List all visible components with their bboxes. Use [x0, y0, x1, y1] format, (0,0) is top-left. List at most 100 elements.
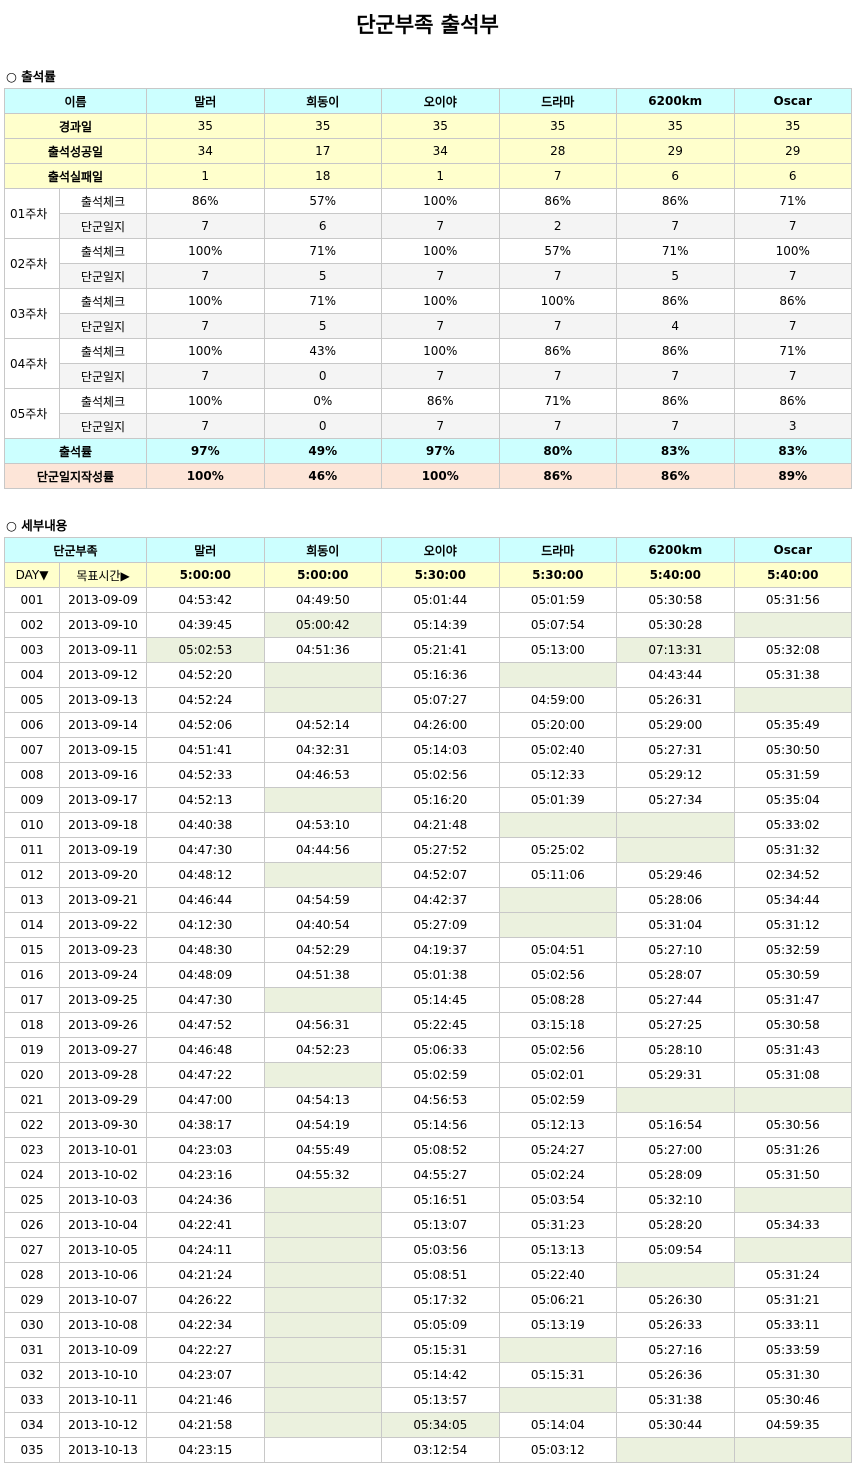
wake-time-cell: 05:27:00: [616, 1137, 735, 1163]
check-value-cell: 71%: [263, 288, 382, 314]
summary-header-row: 이름 말러 희동이 오이야 드라마 6200km Oscar: [4, 88, 852, 114]
log-rate-value-cell: 100%: [381, 463, 500, 489]
wake-time-cell: 05:02:24: [498, 1162, 618, 1188]
date-cell: 2013-09-24: [58, 962, 148, 988]
wake-time-cell: 05:22:40: [498, 1262, 618, 1288]
check-label-cell: 출석체크: [59, 288, 147, 314]
day-row: 026 2013-10-04 04:22:41 05:13:07 05:31:23 05:…: [4, 1212, 853, 1238]
section-title-details: ○ 세부내용: [6, 518, 68, 533]
check-label-cell: 출석체크: [59, 238, 147, 264]
wake-time-cell: 04:52:13: [146, 787, 265, 813]
log-value-cell: 5: [263, 313, 382, 339]
day-number-cell: 003: [4, 637, 60, 663]
wake-time-cell: 05:02:40: [498, 737, 618, 763]
day-number-cell: 012: [4, 862, 60, 888]
date-cell: 2013-09-11: [58, 637, 148, 663]
wake-time-cell: [498, 662, 618, 688]
wake-time-cell: 05:27:10: [616, 937, 735, 963]
wake-time-cell: 04:52:24: [146, 687, 265, 713]
member-name-cell: 드라마: [498, 537, 618, 563]
stat-value-cell: 6: [733, 163, 852, 189]
wake-time-cell: [498, 812, 618, 838]
wake-time-cell: 05:16:20: [381, 787, 500, 813]
log-rate-value-cell: 89%: [733, 463, 852, 489]
check-value-cell: 100%: [381, 288, 500, 314]
wake-time-cell: 05:34:44: [733, 887, 853, 913]
target-time-cell: 5:00:00: [146, 562, 265, 588]
wake-time-cell: 05:02:56: [498, 962, 618, 988]
rate-value-cell: 97%: [381, 438, 500, 464]
wake-time-cell: 05:01:38: [381, 962, 500, 988]
date-cell: 2013-10-01: [58, 1137, 148, 1163]
target-label-cell: 목표시간▶: [58, 562, 148, 588]
stat-value-cell: 18: [263, 163, 382, 189]
wake-time-cell: 03:12:54: [381, 1437, 500, 1463]
target-time-cell: 5:40:00: [733, 562, 853, 588]
date-cell: 2013-09-29: [58, 1087, 148, 1113]
log-value-cell: 7: [146, 263, 265, 289]
wake-time-cell: 05:35:04: [733, 787, 853, 813]
log-value-cell: 7: [498, 313, 617, 339]
stat-value-cell: 35: [616, 113, 735, 139]
check-value-cell: 71%: [733, 338, 852, 364]
attendance-detail-table: 단군부족 말러 희동이 오이야 드라마 6200km Oscar DAY▼ 목표시간▶ 5:00:…: [3, 537, 853, 1463]
wake-time-cell: 03:15:18: [498, 1012, 618, 1038]
check-value-cell: 100%: [146, 288, 265, 314]
wake-time-cell: [263, 687, 383, 713]
wake-time-cell: 05:30:56: [733, 1112, 853, 1138]
wake-time-cell: 04:47:52: [146, 1012, 265, 1038]
check-value-cell: 71%: [616, 238, 735, 264]
wake-time-cell: 05:31:23: [498, 1212, 618, 1238]
week-log-row: 단군일지 7 5 7 7 5 7: [5, 263, 852, 289]
wake-time-cell: 05:29:12: [616, 762, 735, 788]
wake-time-cell: 05:31:08: [733, 1062, 853, 1088]
wake-time-cell: 05:30:28: [616, 612, 735, 638]
log-label-cell: 단군일지: [59, 213, 147, 239]
log-value-cell: 7: [498, 363, 617, 389]
date-cell: 2013-09-14: [58, 712, 148, 738]
wake-time-cell: 05:11:06: [498, 862, 618, 888]
log-rate-label-cell: 단군일지작성률: [4, 463, 147, 489]
wake-time-cell: 05:14:42: [381, 1362, 500, 1388]
rate-value-cell: 97%: [146, 438, 265, 464]
week-check-row: 05주차 출석체크 100% 0% 86% 71% 86% 86%: [4, 388, 852, 439]
day-row: 020 2013-09-28 04:47:22 05:02:59 05:02:01 05:…: [4, 1062, 853, 1088]
wake-time-cell: 04:55:27: [381, 1162, 500, 1188]
wake-time-cell: [263, 787, 383, 813]
wake-time-cell: 05:24:27: [498, 1137, 618, 1163]
log-rate-value-cell: 46%: [263, 463, 382, 489]
stat-value-cell: 7: [498, 163, 617, 189]
wake-time-cell: 05:34:05: [381, 1412, 500, 1438]
target-time-cell: 5:40:00: [616, 562, 735, 588]
wake-time-cell: [263, 1387, 383, 1413]
day-number-cell: 011: [4, 837, 60, 863]
wake-time-cell: 05:13:57: [381, 1387, 500, 1413]
check-value-cell: 100%: [146, 338, 265, 364]
wake-time-cell: [498, 1387, 618, 1413]
wake-time-cell: 05:31:21: [733, 1287, 853, 1313]
wake-time-cell: 04:44:56: [263, 837, 383, 863]
date-cell: 2013-10-03: [58, 1187, 148, 1213]
wake-time-cell: 04:22:41: [146, 1212, 265, 1238]
check-value-cell: 100%: [381, 188, 500, 214]
day-row: 025 2013-10-03 04:24:36 05:16:51 05:03:54 05:…: [4, 1187, 853, 1213]
stat-value-cell: 35: [263, 113, 382, 139]
wake-time-cell: 04:21:58: [146, 1412, 265, 1438]
check-value-cell: 100%: [498, 288, 617, 314]
wake-time-cell: 04:24:36: [146, 1187, 265, 1213]
date-cell: 2013-10-02: [58, 1162, 148, 1188]
week-label-cell: 04주차: [4, 338, 60, 389]
wake-time-cell: 04:48:12: [146, 862, 265, 888]
wake-time-cell: 04:23:03: [146, 1137, 265, 1163]
log-value-cell: 7: [616, 363, 735, 389]
wake-time-cell: [263, 1062, 383, 1088]
wake-time-cell: 05:30:50: [733, 737, 853, 763]
day-number-cell: 033: [4, 1387, 60, 1413]
log-label-cell: 단군일지: [59, 363, 147, 389]
check-value-cell: 71%: [498, 388, 617, 414]
day-number-cell: 034: [4, 1412, 60, 1438]
wake-time-cell: 04:46:48: [146, 1037, 265, 1063]
rate-value-cell: 83%: [733, 438, 852, 464]
wake-time-cell: 04:51:38: [263, 962, 383, 988]
day-number-cell: 027: [4, 1237, 60, 1263]
